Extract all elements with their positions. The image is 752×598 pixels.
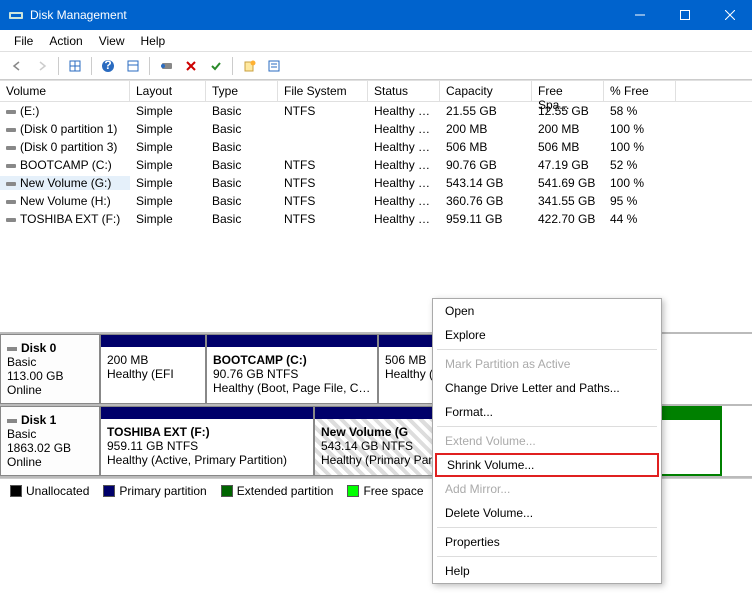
volume-grid-header: Volume Layout Type File System Status Ca…: [0, 80, 752, 102]
volume-row[interactable]: (E:)SimpleBasicNTFSHealthy (B...21.55 GB…: [0, 102, 752, 120]
menu-view[interactable]: View: [91, 32, 133, 50]
titlebar: Disk Management: [0, 0, 752, 30]
delete-icon[interactable]: [180, 55, 202, 77]
disk-label[interactable]: Disk 0Basic113.00 GBOnline: [0, 334, 100, 404]
volume-grid[interactable]: (E:)SimpleBasicNTFSHealthy (B...21.55 GB…: [0, 102, 752, 228]
forward-button[interactable]: [31, 55, 53, 77]
menu-separator: [437, 349, 657, 350]
volume-row[interactable]: New Volume (H:)SimpleBasicNTFSHealthy (L…: [0, 192, 752, 210]
menu-item[interactable]: Open: [433, 299, 661, 323]
col-header-capacity[interactable]: Capacity: [440, 81, 532, 101]
menu-separator: [437, 426, 657, 427]
col-header-status[interactable]: Status: [368, 81, 440, 101]
minimize-button[interactable]: [617, 0, 662, 30]
legend-item: Primary partition: [103, 484, 206, 498]
disk-partition[interactable]: TOSHIBA EXT (F:)959.11 GB NTFSHealthy (A…: [100, 406, 314, 476]
menu-item: Add Mirror...: [433, 477, 661, 501]
refresh-icon[interactable]: [155, 55, 177, 77]
col-header-freespace[interactable]: Free Spa...: [532, 81, 604, 101]
col-header-filesystem[interactable]: File System: [278, 81, 368, 101]
volume-row[interactable]: TOSHIBA EXT (F:)SimpleBasicNTFSHealthy (…: [0, 210, 752, 228]
properties-icon[interactable]: [263, 55, 285, 77]
menu-item[interactable]: Help: [433, 559, 661, 583]
menu-item[interactable]: Shrink Volume...: [435, 453, 659, 477]
menu-item: Extend Volume...: [433, 429, 661, 453]
col-header-volume[interactable]: Volume: [0, 81, 130, 101]
app-icon: [8, 7, 24, 23]
maximize-button[interactable]: [662, 0, 707, 30]
menu-item[interactable]: Format...: [433, 400, 661, 424]
legend-item: Free space: [347, 484, 423, 498]
view-list-icon[interactable]: [64, 55, 86, 77]
view-panes-icon[interactable]: [122, 55, 144, 77]
back-button[interactable]: [6, 55, 28, 77]
disk-partition[interactable]: BOOTCAMP (C:)90.76 GB NTFSHealthy (Boot,…: [206, 334, 378, 404]
context-menu: OpenExplore Mark Partition as ActiveChang…: [432, 298, 662, 584]
help-icon[interactable]: ?: [97, 55, 119, 77]
menu-item[interactable]: Explore: [433, 323, 661, 347]
volume-row[interactable]: (Disk 0 partition 1)SimpleBasicHealthy (…: [0, 120, 752, 138]
menu-separator: [437, 556, 657, 557]
menubar: File Action View Help: [0, 30, 752, 52]
volume-row[interactable]: New Volume (G:)SimpleBasicNTFSHealthy (P…: [0, 174, 752, 192]
svg-text:?: ?: [104, 59, 111, 72]
disk-partition[interactable]: 200 MBHealthy (EFI: [100, 334, 206, 404]
legend-item: Extended partition: [221, 484, 334, 498]
close-button[interactable]: [707, 0, 752, 30]
menu-item[interactable]: Change Drive Letter and Paths...: [433, 376, 661, 400]
legend-item: Unallocated: [10, 484, 89, 498]
volume-row[interactable]: BOOTCAMP (C:)SimpleBasicNTFSHealthy (B..…: [0, 156, 752, 174]
menu-separator: [437, 527, 657, 528]
content-area: Volume Layout Type File System Status Ca…: [0, 80, 752, 478]
toolbar: ?: [0, 52, 752, 80]
checkmark-icon[interactable]: [205, 55, 227, 77]
col-header-type[interactable]: Type: [206, 81, 278, 101]
volume-row[interactable]: (Disk 0 partition 3)SimpleBasicHealthy (…: [0, 138, 752, 156]
col-header-layout[interactable]: Layout: [130, 81, 206, 101]
disk-label[interactable]: Disk 1Basic1863.02 GBOnline: [0, 406, 100, 476]
window-title: Disk Management: [30, 8, 617, 22]
menu-help[interactable]: Help: [133, 32, 174, 50]
menu-item: Mark Partition as Active: [433, 352, 661, 376]
menu-file[interactable]: File: [6, 32, 41, 50]
menu-item[interactable]: Delete Volume...: [433, 501, 661, 525]
col-header-pctfree[interactable]: % Free: [604, 81, 676, 101]
menu-action[interactable]: Action: [41, 32, 90, 50]
new-icon[interactable]: [238, 55, 260, 77]
menu-item[interactable]: Properties: [433, 530, 661, 554]
